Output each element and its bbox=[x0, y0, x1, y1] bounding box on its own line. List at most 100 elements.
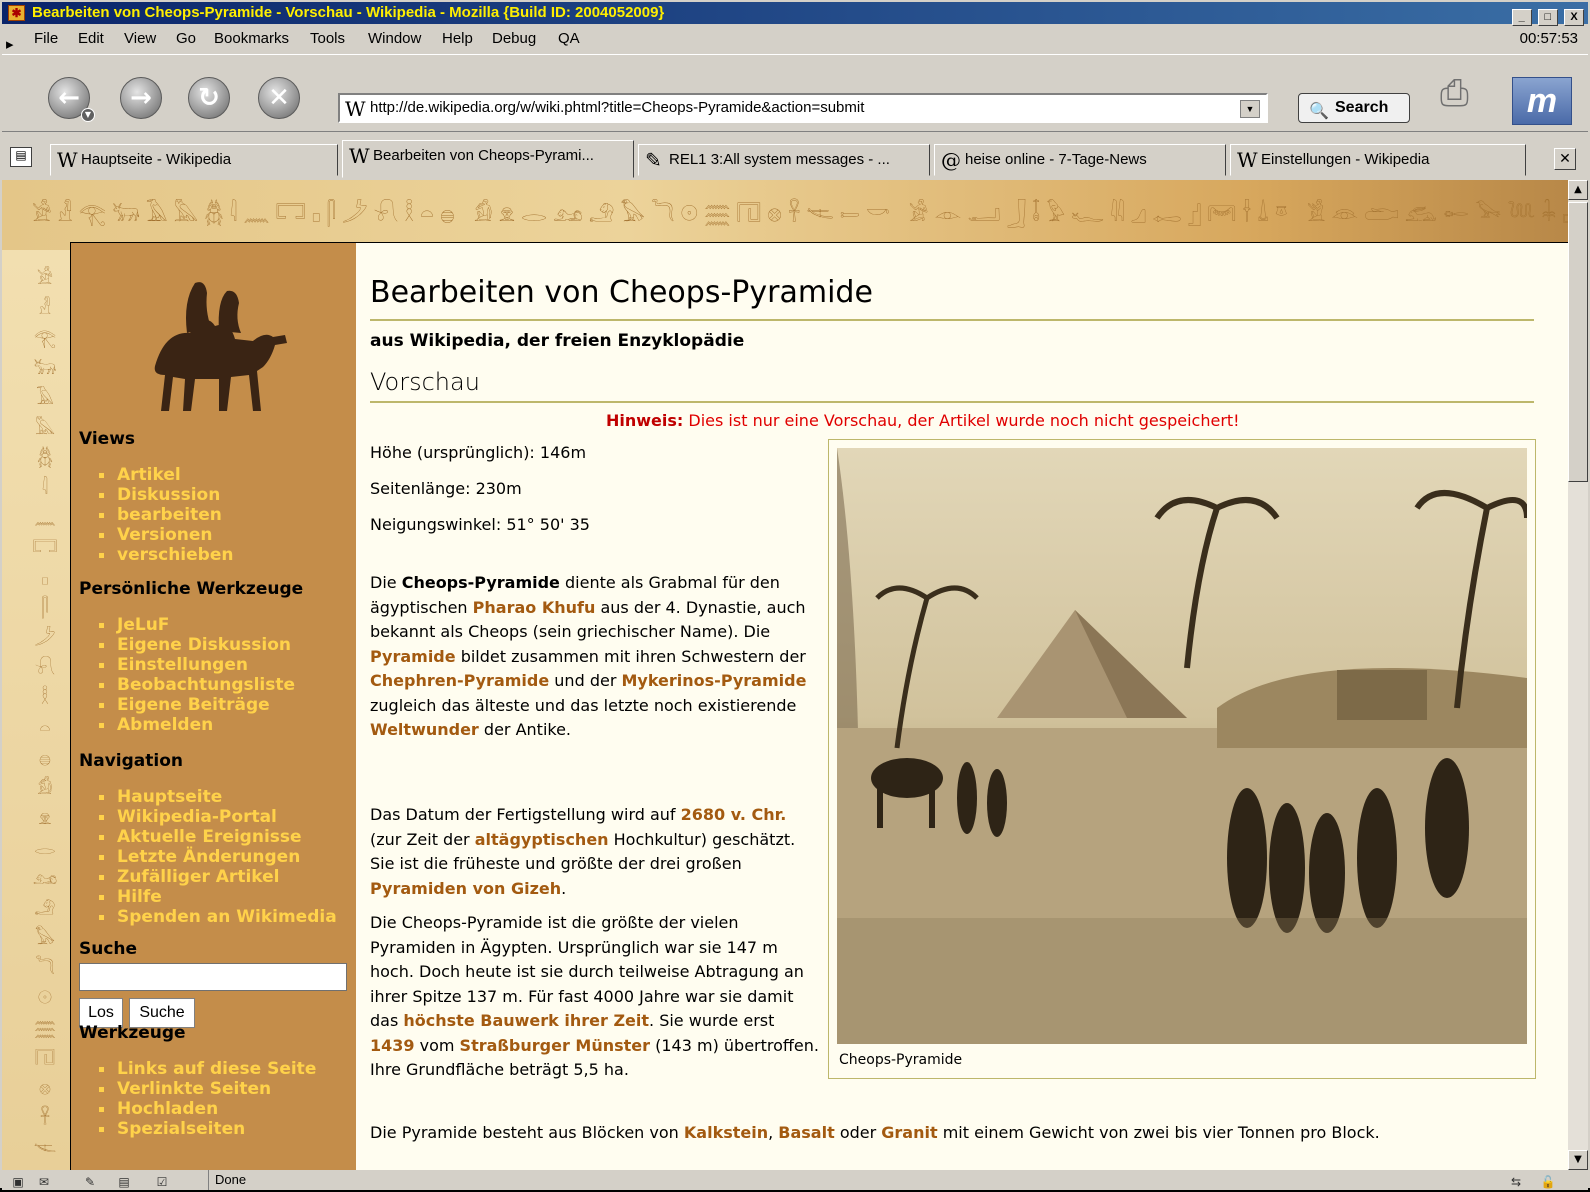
tools-list: Links auf diese Seite Verlinkte Seiten H… bbox=[99, 1059, 316, 1139]
minimize-button[interactable]: _ bbox=[1511, 9, 1532, 26]
reload-button[interactable]: ↻ bbox=[188, 77, 230, 119]
camel-logo bbox=[154, 282, 287, 411]
online-icon[interactable]: ⇆ bbox=[1506, 1172, 1526, 1189]
link-hilfe[interactable]: Hilfe bbox=[99, 887, 337, 907]
url-history-dropdown-icon[interactable]: ▼ bbox=[1240, 100, 1260, 118]
back-dropdown-icon[interactable]: ▼ bbox=[81, 108, 95, 122]
scroll-thumb[interactable] bbox=[1568, 202, 1588, 482]
close-button[interactable]: X bbox=[1564, 9, 1584, 26]
maximize-button[interactable]: □ bbox=[1537, 9, 1558, 26]
scroll-up-icon[interactable]: ▲ bbox=[1568, 180, 1588, 200]
menu-debug[interactable]: Debug bbox=[492, 26, 536, 52]
tab-einstellungen[interactable]: W Einstellungen - Wikipedia bbox=[1230, 144, 1526, 176]
stop-icon: ✕ bbox=[268, 83, 290, 113]
toolbar-grip-icon[interactable]: ▸ bbox=[6, 32, 14, 53]
link-verschieben[interactable]: verschieben bbox=[99, 545, 233, 565]
pyramid-photo[interactable] bbox=[837, 448, 1527, 1044]
link-diskussion[interactable]: Diskussion bbox=[99, 485, 233, 505]
menu-edit[interactable]: Edit bbox=[78, 26, 104, 52]
mozilla-throbber-icon[interactable]: m bbox=[1512, 77, 1572, 125]
menu-tools[interactable]: Tools bbox=[310, 26, 345, 52]
article-link[interactable]: Chephren-Pyramide bbox=[370, 671, 549, 690]
menu-file[interactable]: File bbox=[34, 26, 58, 52]
pencil-favicon-icon: ✎ bbox=[645, 148, 662, 172]
link-hauptseite[interactable]: Hauptseite bbox=[99, 787, 337, 807]
tab-bar: ▤ W Hauptseite - Wikipedia W Bearbeiten vo… bbox=[2, 132, 1588, 178]
arrow-left-icon: ← bbox=[58, 83, 80, 113]
navigation-heading: Navigation bbox=[79, 751, 183, 771]
link-letzte-aenderungen[interactable]: Letzte Änderungen bbox=[99, 847, 337, 867]
link-user[interactable]: JeLuF bbox=[99, 615, 295, 635]
link-aktuelle-ereignisse[interactable]: Aktuelle Ereignisse bbox=[99, 827, 337, 847]
article-link[interactable]: Kalkstein bbox=[684, 1123, 768, 1142]
new-tab-icon[interactable]: ▤ bbox=[10, 147, 32, 167]
article-link[interactable]: höchste Bauwerk ihrer Zeit bbox=[403, 1011, 649, 1030]
search-button-label: Search bbox=[1335, 99, 1389, 116]
search-input[interactable] bbox=[79, 963, 347, 991]
image-thumbnail: Cheops-Pyramide bbox=[828, 439, 1536, 1079]
menu-help[interactable]: Help bbox=[442, 26, 473, 52]
security-lock-icon[interactable]: 🔓 bbox=[1538, 1172, 1558, 1189]
link-links-auf-diese-seite[interactable]: Links auf diese Seite bbox=[99, 1059, 316, 1079]
chat-icon[interactable]: ☑ bbox=[152, 1172, 172, 1189]
link-einstellungen[interactable]: Einstellungen bbox=[99, 655, 295, 675]
link-hochladen[interactable]: Hochladen bbox=[99, 1099, 316, 1119]
menu-qa[interactable]: QA bbox=[558, 26, 580, 52]
link-eigene-diskussion[interactable]: Eigene Diskussion bbox=[99, 635, 295, 655]
tab-label: Bearbeiten von Cheops-Pyrami... bbox=[373, 147, 594, 164]
back-button[interactable]: ← ▼ bbox=[48, 77, 95, 122]
personal-tools-list: JeLuF Eigene Diskussion Einstellungen Be… bbox=[99, 615, 295, 735]
article-link[interactable]: Pyramide bbox=[370, 647, 456, 666]
tab-heise[interactable]: @ heise online - 7-Tage-News bbox=[934, 144, 1226, 176]
article-link[interactable]: Pyramiden von Gizeh bbox=[370, 879, 561, 898]
hieroglyph-banner: 𓀀𓁐𓂀𓃒𓄿𓅓𓆣𓇋𓈖𓉐𓊪𓋴𓌳𓍯𓎛𓏏𓐍 𓀁𓁷𓂋𓃭𓄂𓅃𓆓𓇳𓈗𓉔𓊖𓋹𓌻𓍿𓎡 𓀂𓁹𓂝𓃀𓄤𓅱… bbox=[2, 180, 1568, 250]
article-link[interactable]: Pharao Khufu bbox=[473, 598, 596, 617]
link-wikipedia-portal[interactable]: Wikipedia-Portal bbox=[99, 807, 337, 827]
link-bearbeiten[interactable]: bearbeiten bbox=[99, 505, 233, 525]
article-link[interactable]: Mykerinos-Pyramide bbox=[621, 671, 806, 690]
article-link[interactable]: Weltwunder bbox=[370, 720, 479, 739]
link-beobachtungsliste[interactable]: Beobachtungsliste bbox=[99, 675, 295, 695]
menu-view[interactable]: View bbox=[124, 26, 156, 52]
arrow-right-icon: → bbox=[130, 83, 152, 113]
link-abmelden[interactable]: Abmelden bbox=[99, 715, 295, 735]
paragraph-4: Die Pyramide besteht aus Blöcken von Kal… bbox=[370, 1123, 1380, 1142]
url-text: http://de.wikipedia.org/w/wiki.phtml?tit… bbox=[370, 99, 865, 116]
tab-label: heise online - 7-Tage-News bbox=[965, 151, 1147, 168]
link-verlinkte-seiten[interactable]: Verlinkte Seiten bbox=[99, 1079, 316, 1099]
menu-window[interactable]: Window bbox=[368, 26, 421, 52]
link-spezialseiten[interactable]: Spezialseiten bbox=[99, 1119, 316, 1139]
scroll-down-icon[interactable]: ▼ bbox=[1568, 1150, 1588, 1170]
link-spenden[interactable]: Spenden an Wikimedia bbox=[99, 907, 337, 927]
composer-icon[interactable]: ✎ bbox=[80, 1172, 100, 1189]
mail-icon[interactable]: ✉ bbox=[34, 1172, 54, 1189]
menu-bookmarks[interactable]: Bookmarks bbox=[214, 26, 289, 52]
article-link[interactable]: Basalt bbox=[778, 1123, 834, 1142]
article-link[interactable]: Granit bbox=[881, 1123, 937, 1142]
link-artikel[interactable]: Artikel bbox=[99, 465, 233, 485]
url-bar[interactable]: W http://de.wikipedia.org/w/wiki.phtml?t… bbox=[338, 93, 1268, 123]
vertical-scrollbar[interactable]: ▲ ▼ bbox=[1568, 180, 1588, 1170]
print-icon[interactable]: ⎙ bbox=[1440, 73, 1496, 125]
stop-button[interactable]: ✕ bbox=[258, 77, 300, 119]
forward-button[interactable]: → bbox=[120, 77, 162, 119]
close-tab-icon[interactable]: ✕ bbox=[1554, 148, 1576, 170]
views-heading: Views bbox=[79, 429, 136, 449]
window-title: Bearbeiten von Cheops-Pyramide - Vorscha… bbox=[32, 4, 665, 21]
status-text: Done bbox=[208, 1170, 246, 1190]
search-button[interactable]: 🔍 Search bbox=[1298, 93, 1410, 123]
paragraph-1: Die Cheops-Pyramide diente als Grabmal f… bbox=[370, 573, 807, 739]
article-link[interactable]: altägyptischen bbox=[475, 830, 609, 849]
link-zufaelliger-artikel[interactable]: Zufälliger Artikel bbox=[99, 867, 337, 887]
tab-hauptseite[interactable]: W Hauptseite - Wikipedia bbox=[50, 144, 338, 176]
tab-bearbeiten[interactable]: W Bearbeiten von Cheops-Pyrami... bbox=[342, 140, 634, 178]
article-link[interactable]: 2680 v. Chr. bbox=[681, 805, 787, 824]
tab-rel1-messages[interactable]: ✎ REL1 3:All system messages - ... bbox=[638, 144, 930, 176]
article-link[interactable]: 1439 bbox=[370, 1036, 415, 1055]
menu-go[interactable]: Go bbox=[176, 26, 196, 52]
navigator-icon[interactable]: ▣ bbox=[8, 1172, 28, 1189]
link-eigene-beitraege[interactable]: Eigene Beiträge bbox=[99, 695, 295, 715]
article-link[interactable]: Straßburger Münster bbox=[460, 1036, 650, 1055]
link-versionen[interactable]: Versionen bbox=[99, 525, 233, 545]
addressbook-icon[interactable]: ▤ bbox=[114, 1172, 134, 1189]
